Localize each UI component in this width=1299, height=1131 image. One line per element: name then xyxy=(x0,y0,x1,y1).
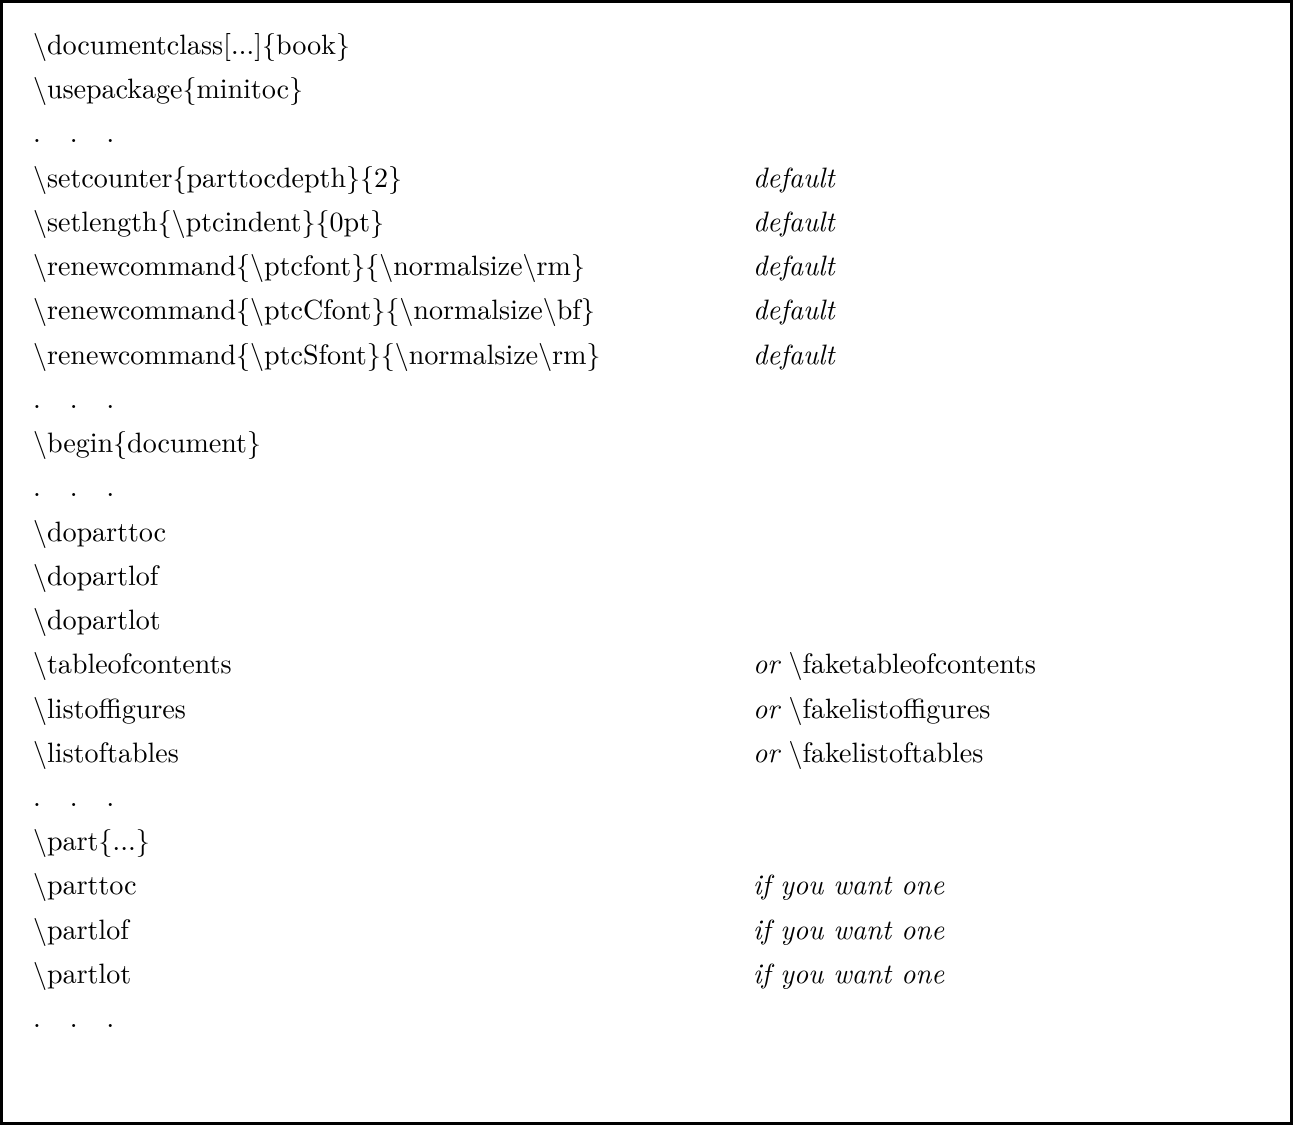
code-row: \listoffigures or \fakelistoffigures xyxy=(33,685,1266,729)
code-right: default xyxy=(753,331,1266,375)
code-left: \renewcommand{\ptcCfont}{\normalsize\bf} xyxy=(33,286,753,330)
fake-cmd: \faketableofcontents xyxy=(788,642,1036,682)
fake-cmd: \fakelistoffigures xyxy=(788,687,990,727)
code-left: \parttoc xyxy=(33,861,753,905)
code-row: \tableofcontents or \faketableofcontents xyxy=(33,640,1266,684)
code-right: default xyxy=(753,242,1266,286)
code-row: \documentclass[...]{book} xyxy=(33,21,1266,65)
code-left: \dopartlof xyxy=(33,552,753,596)
code-row: . . . xyxy=(33,109,1266,153)
code-left: \begin{document} xyxy=(33,419,753,463)
code-left: . . . xyxy=(33,994,753,1038)
code-left: \setlength{\ptcindent}{0pt} xyxy=(33,198,753,242)
code-left: \partlot xyxy=(33,950,753,994)
code-left: . . . xyxy=(33,773,753,817)
code-left: \partlof xyxy=(33,906,753,950)
code-right: or \fakelistoffigures xyxy=(753,685,1266,729)
code-row: \doparttoc xyxy=(33,508,1266,552)
code-row: . . . xyxy=(33,463,1266,507)
code-row: \partlot if you want one xyxy=(33,950,1266,994)
code-left: \listoffigures xyxy=(33,685,753,729)
code-row: \part{...} xyxy=(33,817,1266,861)
code-right: if you want one xyxy=(753,906,1266,950)
code-row: \renewcommand{\ptcCfont}{\normalsize\bf}… xyxy=(33,286,1266,330)
code-left: \usepackage{minitoc} xyxy=(33,65,753,109)
code-row: \dopartlof xyxy=(33,552,1266,596)
code-right: if you want one xyxy=(753,950,1266,994)
code-row: . . . xyxy=(33,773,1266,817)
code-left: \tableofcontents xyxy=(33,640,753,684)
code-left: \renewcommand{\ptcSfont}{\normalsize\rm} xyxy=(33,331,753,375)
code-left: . . . xyxy=(33,109,753,153)
code-right: or \faketableofcontents xyxy=(753,640,1266,684)
code-left: \dopartlot xyxy=(33,596,753,640)
code-example-frame: \documentclass[...]{book} \usepackage{mi… xyxy=(0,0,1293,1125)
code-right: if you want one xyxy=(753,861,1266,905)
code-left: \setcounter{parttocdepth}{2} xyxy=(33,154,753,198)
code-row: \renewcommand{\ptcSfont}{\normalsize\rm}… xyxy=(33,331,1266,375)
code-left: . . . xyxy=(33,375,753,419)
code-left: . . . xyxy=(33,463,753,507)
code-left: \renewcommand{\ptcfont}{\normalsize\rm} xyxy=(33,242,753,286)
or-word: or xyxy=(753,731,779,771)
code-row: \setlength{\ptcindent}{0pt} default xyxy=(33,198,1266,242)
code-left: \part{...} xyxy=(33,817,753,861)
code-row: \dopartlot xyxy=(33,596,1266,640)
code-row: \usepackage{minitoc} xyxy=(33,65,1266,109)
code-row: \parttoc if you want one xyxy=(33,861,1266,905)
code-right: default xyxy=(753,154,1266,198)
code-row: . . . xyxy=(33,375,1266,419)
code-row: \setcounter{parttocdepth}{2} default xyxy=(33,154,1266,198)
code-row: \renewcommand{\ptcfont}{\normalsize\rm} … xyxy=(33,242,1266,286)
code-right: default xyxy=(753,198,1266,242)
or-word: or xyxy=(753,642,779,682)
code-row: \partlof if you want one xyxy=(33,906,1266,950)
or-word: or xyxy=(753,687,779,727)
code-left: \listoftables xyxy=(33,729,753,773)
code-left: \doparttoc xyxy=(33,508,753,552)
fake-cmd: \fakelistoftables xyxy=(788,731,983,771)
code-left: \documentclass[...]{book} xyxy=(33,21,753,65)
code-right: or \fakelistoftables xyxy=(753,729,1266,773)
code-row: . . . xyxy=(33,994,1266,1038)
code-right: default xyxy=(753,286,1266,330)
code-row: \begin{document} xyxy=(33,419,1266,463)
code-row: \listoftables or \fakelistoftables xyxy=(33,729,1266,773)
